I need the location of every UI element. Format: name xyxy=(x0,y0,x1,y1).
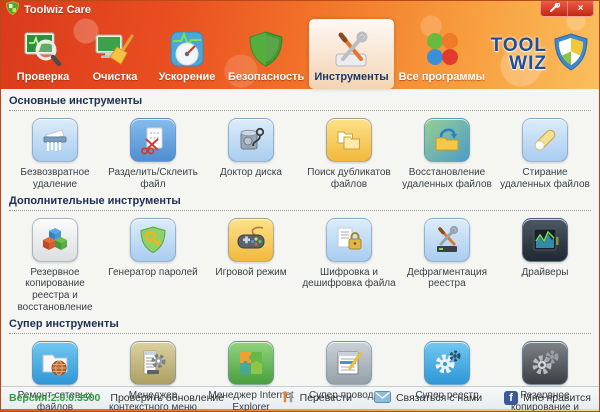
tool-label: Генератор паролей xyxy=(108,267,198,279)
tool-registry-backup[interactable]: Резервное копирование реестра и восстано… xyxy=(6,218,104,314)
password-generator-icon[interactable] xyxy=(130,218,176,262)
tool-label: Разделить/Склеить файл xyxy=(106,167,200,191)
duplicate-files-icon[interactable] xyxy=(326,118,372,162)
tab-label: Инструменты xyxy=(314,71,388,83)
section-title-basic: Основные инструменты xyxy=(9,95,591,111)
registry-backup-icon[interactable] xyxy=(32,218,78,262)
registry-defrag-icon[interactable] xyxy=(424,218,470,262)
tab-clean[interactable]: Очистка xyxy=(79,19,151,89)
eraser-icon[interactable] xyxy=(522,118,568,162)
context-menu-manager-icon[interactable] xyxy=(130,341,176,385)
tool-file-recovery[interactable]: Восстановление удаленных файлов xyxy=(398,118,496,191)
tab-security[interactable]: Безопасность xyxy=(223,19,309,89)
tab-all-programs[interactable]: Все программы xyxy=(394,19,490,89)
tool-split-merge[interactable]: Разделить/Склеить файл xyxy=(104,118,202,191)
tab-speedup[interactable]: Ускорение xyxy=(151,19,223,89)
tool-label: Драйверы xyxy=(522,267,569,279)
facebook-like-link[interactable]: f Мне нравится xyxy=(504,391,591,405)
header: Toolwiz Care × Про xyxy=(1,1,599,89)
tab-label: Ускорение xyxy=(159,71,216,83)
shredder-icon[interactable] xyxy=(32,118,78,162)
scan-monitor-icon xyxy=(23,30,63,68)
tab-tools[interactable]: Инструменты xyxy=(309,19,393,89)
tool-password-generator[interactable]: Генератор паролей xyxy=(104,218,202,314)
tool-label: Поиск дубликатов файлов xyxy=(302,167,396,191)
tool-label: Игровой режим xyxy=(215,267,286,279)
logo-text: TOOL WIZ xyxy=(491,37,547,72)
shield-icon xyxy=(246,30,286,68)
tool-label: Дефрагментация реестра xyxy=(400,267,494,291)
mbr-backup-icon[interactable] xyxy=(522,341,568,385)
contact-label: Связаться с нами xyxy=(396,392,482,404)
section-title-additional: Дополнительные инструменты xyxy=(9,195,591,211)
statusbar-right: Перевести Связаться с нами f Мне нравитс… xyxy=(259,390,591,407)
super-registry-icon[interactable] xyxy=(424,341,470,385)
gamepad-icon[interactable] xyxy=(228,218,274,262)
disk-doctor-icon[interactable] xyxy=(228,118,274,162)
toolbox-icon xyxy=(331,30,371,68)
tool-label: Безвозвратное удаление xyxy=(8,167,102,191)
all-programs-icon xyxy=(422,30,462,68)
titlebar: Toolwiz Care × xyxy=(1,1,599,19)
like-label: Мне нравится xyxy=(523,392,591,404)
contact-link[interactable]: Связаться с нами xyxy=(374,391,482,406)
tab-label: Все программы xyxy=(399,71,485,83)
version-label: Версия:2.0.0.3500 xyxy=(9,392,100,404)
settings-wrench-button[interactable] xyxy=(541,1,567,16)
speedometer-icon xyxy=(167,30,207,68)
file-encryption-icon[interactable] xyxy=(326,218,372,262)
tool-duplicate-finder[interactable]: Поиск дубликатов файлов xyxy=(300,118,398,191)
tools-panel: Основные инструменты Безвозвратное удале… xyxy=(1,89,599,386)
additional-tools-grid: Резервное копирование реестра и восстано… xyxy=(1,211,599,314)
tool-secure-delete[interactable]: Безвозвратное удаление xyxy=(6,118,104,191)
tool-label: Стирание удаленных файлов xyxy=(498,167,592,191)
window-controls: × xyxy=(540,0,594,17)
drivers-icon[interactable] xyxy=(522,218,568,262)
tool-disk-doctor[interactable]: Доктор диска xyxy=(202,118,300,191)
tool-label: Восстановление удаленных файлов xyxy=(400,167,494,191)
network-files-repair-icon[interactable] xyxy=(32,341,78,385)
basic-tools-grid: Безвозвратное удаление Разделить/Склеить… xyxy=(1,111,599,191)
check-update-link[interactable]: Проверить обновление xyxy=(110,392,224,404)
tool-game-mode[interactable]: Игровой режим xyxy=(202,218,300,314)
clean-broom-icon xyxy=(95,30,135,68)
facebook-icon: f xyxy=(504,391,518,405)
app-shield-icon xyxy=(6,1,19,20)
translate-label: Перевести xyxy=(300,392,352,404)
tab-label: Очистка xyxy=(93,71,138,83)
toolwiz-logo: TOOL WIZ xyxy=(491,33,589,76)
tab-label: Проверка xyxy=(17,71,69,83)
close-button[interactable]: × xyxy=(567,1,593,16)
split-merge-file-icon[interactable] xyxy=(130,118,176,162)
envelope-icon xyxy=(374,391,391,406)
ie-manager-icon[interactable] xyxy=(228,341,274,385)
tab-label: Безопасность xyxy=(228,71,304,83)
tool-label: Доктор диска xyxy=(220,167,282,179)
tool-file-encryption[interactable]: Шифровка и дешифровка файла xyxy=(300,218,398,314)
translate-icon xyxy=(281,390,295,407)
window-title: Toolwiz Care xyxy=(24,4,91,16)
toolwiz-shield-icon xyxy=(553,33,589,76)
file-recovery-icon[interactable] xyxy=(424,118,470,162)
tab-check[interactable]: Проверка xyxy=(7,19,79,89)
tool-free-space-eraser[interactable]: Стирание удаленных файлов xyxy=(496,118,594,191)
tool-label: Резервное копирование реестра и восстано… xyxy=(8,267,102,314)
super-explorer-icon[interactable] xyxy=(326,341,372,385)
section-title-super: Супер инструменты xyxy=(9,318,591,334)
translate-link[interactable]: Перевести xyxy=(281,390,352,407)
tool-drivers[interactable]: Драйверы xyxy=(496,218,594,314)
tool-label: Шифровка и дешифровка файла xyxy=(302,267,396,291)
toolwiz-care-window: Toolwiz Care × Про xyxy=(0,0,600,412)
tool-registry-defrag[interactable]: Дефрагментация реестра xyxy=(398,218,496,314)
